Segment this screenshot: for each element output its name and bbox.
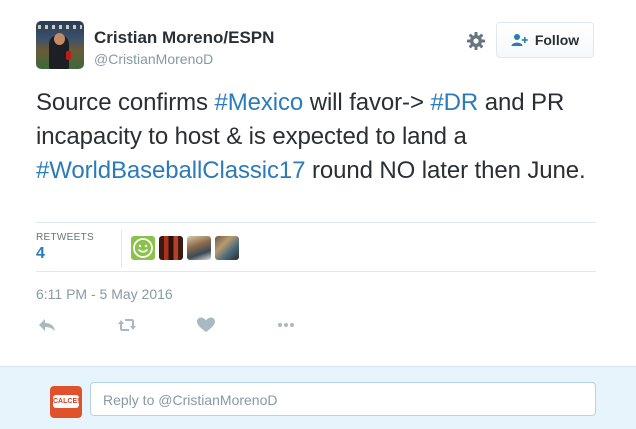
user-handle[interactable]: @CristianMorenoD [94,51,213,67]
divider-top [36,222,596,223]
tweet-text: Source confirms #Mexico will favor-> #DR… [36,86,596,188]
add-user-icon [511,34,528,46]
tweet-text-segment: will favor-> [303,89,431,116]
reply-input[interactable]: Reply to @CristianMorenoD [90,382,596,416]
tweet-text-segment: Source confirms [36,89,215,116]
gear-icon[interactable] [466,31,486,51]
follow-button[interactable]: Follow [496,22,594,58]
stadium-lights [38,25,82,29]
retweeter-avatar-4[interactable] [215,236,239,260]
divider-bottom [36,271,596,272]
retweeter-avatar-3[interactable] [187,236,211,260]
user-name[interactable]: Cristian Moreno/ESPN [94,28,274,48]
more-icon[interactable] [275,315,297,335]
user-avatar[interactable] [36,21,84,69]
tweet-text-segment: round NO later then June. [305,157,586,184]
like-icon[interactable] [195,315,217,335]
hashtag-link[interactable]: #DR [430,89,478,116]
retweeter-avatar-2[interactable] [159,236,183,260]
hashtag-link[interactable]: #Mexico [214,89,303,116]
avatar-face [54,33,65,45]
tweet-timestamp[interactable]: 6:11 PM - 5 May 2016 [36,286,173,302]
follow-label: Follow [534,32,580,48]
retweet-icon[interactable] [116,315,138,335]
smiley-icon [133,238,153,258]
tweet-card: Cristian Moreno/ESPN @CristianMorenoD Fo… [0,0,636,429]
reply-avatar-logo: CALCE! [53,395,79,408]
stats-separator [121,230,122,268]
hashtag-link[interactable]: #WorldBaseballClassic17 [36,157,305,184]
retweets-count[interactable]: 4 [36,245,45,263]
retweeter-avatar-1[interactable] [131,236,155,260]
microphone-icon [66,51,71,60]
reply-icon[interactable] [36,315,58,335]
reply-user-avatar: CALCE! [50,386,82,418]
retweets-label: RETWEETS [36,232,94,243]
